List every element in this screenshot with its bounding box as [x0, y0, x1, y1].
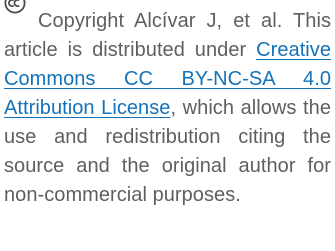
creative-commons-icon [4, 0, 26, 14]
copyright-text: Copyright Alcívar J, et al. [38, 10, 283, 32]
license-notice: Copyright Alcívar J, et al. This article… [4, 0, 331, 210]
